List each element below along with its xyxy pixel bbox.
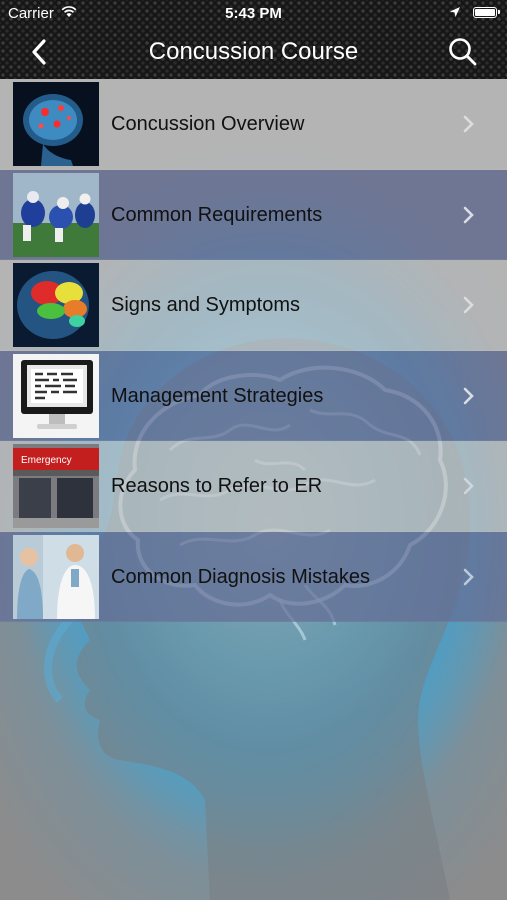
list-item-common-requirements[interactable]: Common Requirements — [0, 169, 507, 260]
search-icon — [449, 38, 477, 66]
list-item-label: Concussion Overview — [111, 113, 305, 135]
list-item-reasons-to-refer-to-er[interactable]: Emergency Reasons to Refer to ER — [0, 441, 507, 532]
emergency-entrance-thumbnail: Emergency — [13, 444, 99, 528]
list-item-label: Signs and Symptoms — [111, 294, 300, 316]
location-arrow-icon — [449, 5, 461, 22]
search-button[interactable] — [447, 36, 479, 68]
list-item-signs-and-symptoms[interactable]: Signs and Symptoms — [0, 260, 507, 351]
navigation-bar: Concussion Course — [0, 28, 507, 79]
status-time: 5:43 PM — [225, 5, 282, 22]
doctor-patient-thumbnail — [13, 534, 99, 619]
chevron-right-icon — [463, 115, 474, 133]
chevron-right-icon — [463, 206, 474, 223]
list-item-label: Common Requirements — [111, 203, 323, 226]
chevron-right-icon — [463, 296, 474, 314]
battery-icon — [473, 7, 500, 18]
list-item-label: Common Diagnosis Mistakes — [111, 565, 370, 588]
top-bar: Carrier 5:43 PM Concussion Course — [0, 0, 507, 79]
course-topic-list: Concussion Overview Common Requirements — [0, 79, 507, 622]
computer-monitor-thumbnail — [13, 353, 99, 438]
list-item-management-strategies[interactable]: Management Strategies — [0, 350, 507, 441]
chevron-right-icon — [463, 568, 474, 585]
svg-text:Emergency: Emergency — [21, 455, 72, 466]
chevron-right-icon — [463, 387, 474, 404]
colored-brain-thumbnail — [13, 263, 99, 347]
page-title: Concussion Course — [148, 38, 359, 65]
chevron-right-icon — [463, 477, 474, 495]
status-bar: Carrier 5:43 PM — [0, 0, 507, 28]
football-thumbnail — [13, 172, 99, 257]
list-item-concussion-overview[interactable]: Concussion Overview — [0, 79, 507, 170]
list-item-label: Reasons to Refer to ER — [111, 475, 323, 497]
brain-scan-thumbnail — [13, 82, 99, 166]
list-item-common-diagnosis-mistakes[interactable]: Common Diagnosis Mistakes — [0, 531, 507, 622]
list-item-label: Management Strategies — [111, 384, 324, 407]
